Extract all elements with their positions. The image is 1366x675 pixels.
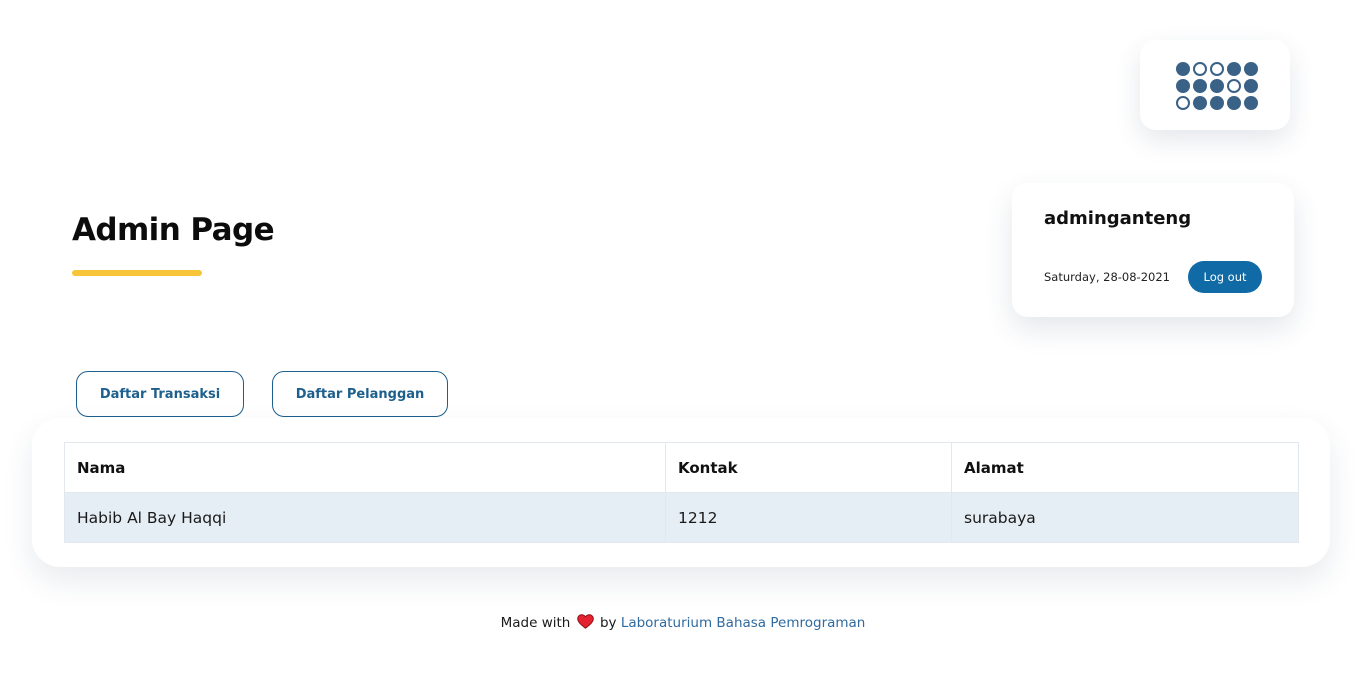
dot-grid-logo-icon [1176, 62, 1260, 110]
current-date: Saturday, 28-08-2021 [1044, 270, 1170, 284]
logo-dot-filled [1244, 96, 1258, 110]
daftar-transaksi-button[interactable]: Daftar Transaksi [76, 371, 244, 417]
logo-dot-filled [1210, 79, 1224, 93]
column-header-kontak: Kontak [665, 442, 952, 493]
footer: Made with by Laboraturium Bahasa Pemrogr… [0, 614, 1366, 633]
logo-dot-filled [1193, 79, 1207, 93]
logo-dot-filled [1244, 79, 1258, 93]
logo-dot-hollow [1193, 62, 1207, 76]
logo-dot-filled [1176, 79, 1190, 93]
logo-dot-hollow [1210, 62, 1224, 76]
logo-dot-filled [1227, 62, 1241, 76]
admin-page: Admin Page adminganteng Saturday, 28-08-… [0, 0, 1366, 675]
page-title: Admin Page [72, 212, 275, 248]
user-card [1012, 183, 1294, 317]
footer-prefix: Made with [500, 615, 571, 631]
logout-button[interactable]: Log out [1188, 261, 1262, 293]
logo-dot-hollow [1176, 96, 1190, 110]
logo-dot-filled [1227, 96, 1241, 110]
logo-dot-hollow [1227, 79, 1241, 93]
footer-lab-link[interactable]: Laboraturium Bahasa Pemrograman [621, 615, 866, 631]
username: adminganteng [1044, 208, 1192, 229]
table-header-row: Nama Kontak Alamat [64, 442, 1299, 493]
column-header-alamat: Alamat [951, 442, 1299, 493]
column-header-nama: Nama [64, 442, 666, 493]
footer-by: by [599, 615, 617, 631]
cell-kontak: 1212 [665, 492, 952, 543]
logo-dot-filled [1176, 62, 1190, 76]
cell-alamat: surabaya [951, 492, 1299, 543]
table-row: Habib Al Bay Haqqi 1212 surabaya [64, 492, 1299, 543]
daftar-pelanggan-button[interactable]: Daftar Pelanggan [272, 371, 448, 417]
logo-dot-filled [1244, 62, 1258, 76]
logo-dot-filled [1210, 96, 1224, 110]
title-underline [72, 270, 202, 276]
heart-icon [576, 614, 594, 633]
customer-table: Nama Kontak Alamat Habib Al Bay Haqqi 12… [64, 442, 1299, 543]
cell-nama: Habib Al Bay Haqqi [64, 492, 666, 543]
logo-dot-filled [1193, 96, 1207, 110]
